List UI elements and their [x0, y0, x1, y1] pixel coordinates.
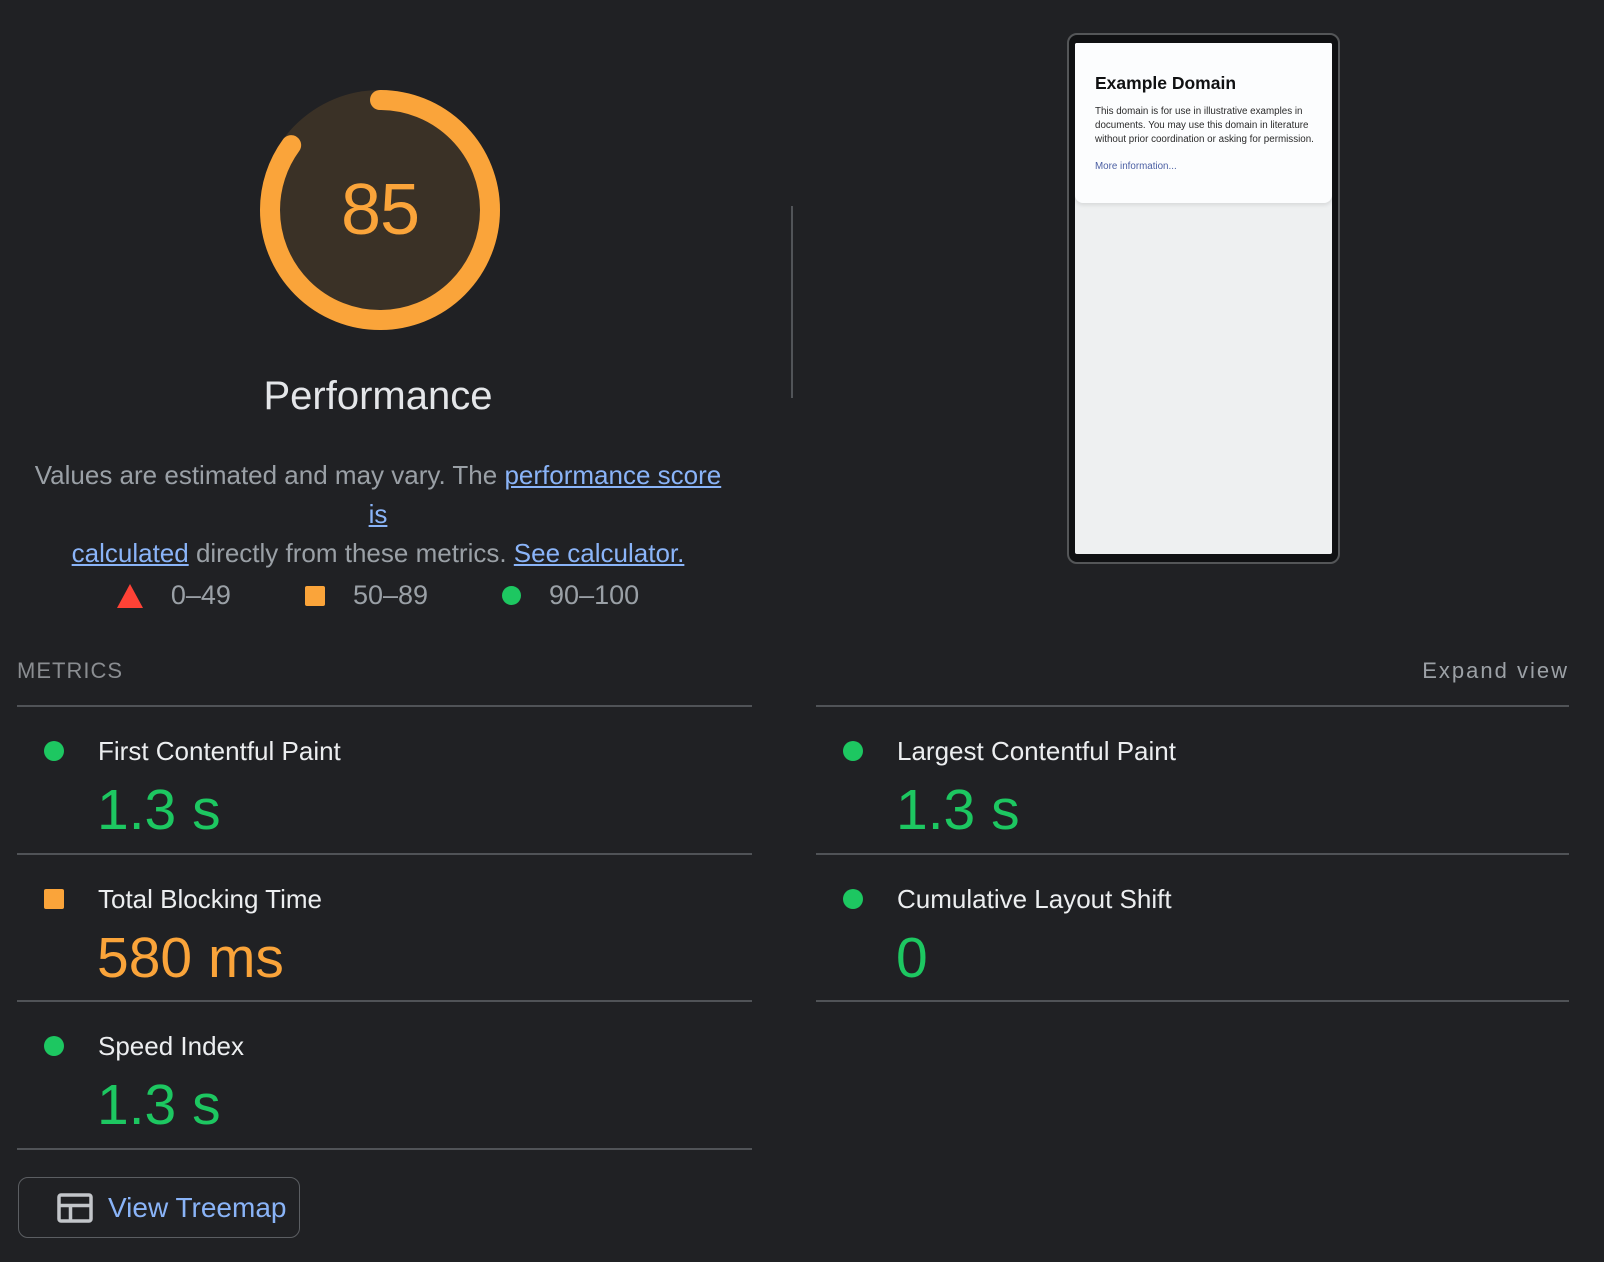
- summary-divider: [791, 206, 793, 398]
- metric-value: 1.3 s: [97, 780, 752, 840]
- circle-rating-icon: [843, 889, 863, 909]
- view-treemap-button[interactable]: View Treemap: [18, 1177, 300, 1238]
- view-treemap-label: View Treemap: [108, 1192, 286, 1224]
- triangle-rating-icon: [117, 584, 143, 608]
- lighthouse-report: 85 Performance Values are estimated and …: [0, 0, 1604, 1262]
- see-calculator-link[interactable]: See calculator.: [514, 538, 685, 568]
- metric-label: First Contentful Paint: [98, 736, 752, 766]
- metric-value: 580 ms: [97, 928, 752, 988]
- metrics-column-left: First Contentful Paint 1.3 s Total Blockin…: [17, 705, 752, 1150]
- legend-range-label: 50–89: [353, 580, 428, 611]
- metrics-column-right: Largest Contentful Paint 1.3 s Cumulative …: [816, 705, 1569, 1002]
- metric-label: Total Blocking Time: [98, 884, 752, 914]
- legend-range-label: 0–49: [171, 580, 231, 611]
- circle-rating-icon: [843, 741, 863, 761]
- metric-value: 1.3 s: [97, 1075, 752, 1135]
- performance-score-value: 85: [258, 88, 502, 332]
- metric-label: Cumulative Layout Shift: [897, 884, 1569, 914]
- screenshot-content: Example Domain This domain is for use in…: [1075, 43, 1332, 554]
- circle-rating-icon: [44, 1036, 64, 1056]
- score-disclaimer: Values are estimated and may vary. The p…: [28, 456, 728, 573]
- calculator-link-part2[interactable]: calculated: [72, 538, 189, 568]
- legend-item: 0–49: [117, 580, 231, 611]
- metric-row: Cumulative Layout Shift 0: [816, 855, 1569, 1003]
- metric-label: Largest Contentful Paint: [897, 736, 1569, 766]
- screenshot-heading: Example Domain: [1095, 73, 1236, 94]
- metrics-section-header: METRICS: [17, 658, 123, 684]
- legend-range-label: 90–100: [549, 580, 639, 611]
- screenshot-body-text: This domain is for use in illustrative e…: [1095, 105, 1317, 146]
- score-scale-legend: 0–49 50–89 90–100: [0, 580, 756, 611]
- expand-view-button[interactable]: Expand view: [1422, 658, 1569, 684]
- metric-row: Speed Index 1.3 s: [17, 1002, 752, 1150]
- metric-value: 0: [896, 928, 1569, 988]
- disclaimer-line2: calculated directly from these metrics. …: [28, 534, 728, 573]
- metric-row: Largest Contentful Paint 1.3 s: [816, 707, 1569, 855]
- screenshot-more-info-link: More information...: [1095, 161, 1177, 172]
- treemap-icon: [57, 1193, 93, 1223]
- page-screenshot-thumbnail: Example Domain This domain is for use in…: [1067, 33, 1340, 564]
- metric-label: Speed Index: [98, 1031, 752, 1061]
- metric-row: First Contentful Paint 1.3 s: [17, 707, 752, 855]
- circle-rating-icon: [502, 586, 521, 605]
- legend-item: 50–89: [305, 580, 428, 611]
- metric-row: Total Blocking Time 580 ms: [17, 855, 752, 1003]
- square-rating-icon: [305, 586, 325, 606]
- screenshot-card: Example Domain This domain is for use in…: [1075, 43, 1332, 203]
- square-rating-icon: [44, 889, 64, 909]
- category-title: Performance: [0, 374, 756, 419]
- legend-item: 90–100: [502, 580, 639, 611]
- circle-rating-icon: [44, 741, 64, 761]
- metric-value: 1.3 s: [896, 780, 1569, 840]
- performance-score-gauge[interactable]: 85: [258, 88, 502, 332]
- disclaimer-text: directly from these metrics.: [189, 538, 514, 568]
- disclaimer-text: Values are estimated and may vary. The: [35, 460, 505, 490]
- disclaimer-line1: Values are estimated and may vary. The p…: [28, 456, 728, 534]
